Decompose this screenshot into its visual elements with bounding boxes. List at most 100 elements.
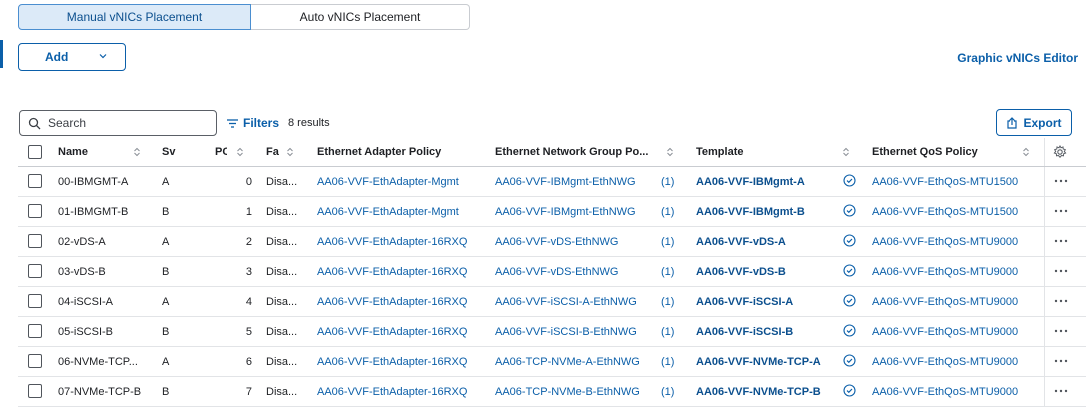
add-button-label: Add (45, 50, 69, 64)
more-horizontal-icon[interactable] (1052, 355, 1070, 367)
network-group-count[interactable]: (1) (661, 257, 681, 286)
table-row[interactable]: 01-IBMGMT-B B 1 Disa... AA06-VVF-EthAdap… (18, 197, 1086, 227)
network-group-link[interactable]: AA06-TCP-NVMe-A-EthNWG (495, 347, 655, 376)
table-row[interactable]: 04-iSCSI-A A 4 Disa... AA06-VVF-EthAdapt… (18, 287, 1086, 317)
qos-policy-link[interactable]: AA06-VVF-EthQoS-MTU9000 (872, 287, 1040, 316)
more-horizontal-icon[interactable] (1052, 295, 1070, 307)
column-header-name[interactable]: Name (58, 138, 138, 166)
qos-policy-link[interactable]: AA06-VVF-EthQoS-MTU1500 (872, 167, 1040, 196)
adapter-policy-link[interactable]: AA06-VVF-EthAdapter-16RXQ (317, 227, 489, 256)
network-group-count[interactable]: (1) (661, 167, 681, 196)
template-link[interactable]: AA06-VVF-NVMe-TCP-B (696, 377, 844, 406)
template-link[interactable]: AA06-VVF-IBMgmt-A (696, 167, 844, 196)
filters-button[interactable]: Filters (227, 116, 279, 130)
column-header-failover[interactable]: Fa (266, 138, 280, 166)
search-box[interactable] (19, 110, 217, 136)
more-horizontal-icon[interactable] (1052, 385, 1070, 397)
network-group-count[interactable]: (1) (661, 317, 681, 346)
adapter-policy-link[interactable]: AA06-VVF-EthAdapter-Mgmt (317, 197, 489, 226)
sort-icon[interactable] (134, 147, 140, 157)
network-group-link[interactable]: AA06-VVF-vDS-EthNWG (495, 257, 655, 286)
column-divider (1044, 317, 1045, 346)
template-link[interactable]: AA06-VVF-vDS-A (696, 227, 844, 256)
table-row[interactable]: 05-iSCSI-B B 5 Disa... AA06-VVF-EthAdapt… (18, 317, 1086, 347)
failover-status: Disa... (266, 355, 298, 368)
row-checkbox[interactable] (28, 324, 42, 338)
sort-icon[interactable] (667, 147, 673, 157)
column-header-adapter-policy[interactable]: Ethernet Adapter Policy (317, 138, 487, 166)
qos-policy-link[interactable]: AA06-VVF-EthQoS-MTU9000 (872, 347, 1040, 376)
more-horizontal-icon[interactable] (1052, 235, 1070, 247)
column-divider (1044, 257, 1045, 286)
table-row[interactable]: 03-vDS-B B 3 Disa... AA06-VVF-EthAdapter… (18, 257, 1086, 287)
network-group-count[interactable]: (1) (661, 377, 681, 406)
failover-status: Disa... (266, 175, 298, 188)
more-horizontal-icon[interactable] (1052, 325, 1070, 337)
row-checkbox[interactable] (28, 354, 42, 368)
tab-auto-vnics-placement[interactable]: Auto vNICs Placement (251, 4, 470, 30)
qos-policy-link[interactable]: AA06-VVF-EthQoS-MTU9000 (872, 377, 1040, 406)
template-link[interactable]: AA06-VVF-NVMe-TCP-A (696, 347, 844, 376)
more-horizontal-icon[interactable] (1052, 265, 1070, 277)
sort-icon[interactable] (287, 147, 293, 157)
column-header-switch[interactable]: Sv (162, 138, 176, 166)
search-icon (28, 117, 41, 130)
column-header-template[interactable]: Template (696, 138, 836, 166)
template-link[interactable]: AA06-VVF-IBMgmt-B (696, 197, 844, 226)
switch-id: B (162, 385, 170, 398)
table-row[interactable]: 02-vDS-A A 2 Disa... AA06-VVF-EthAdapter… (18, 227, 1086, 257)
tab-manual-vnics-placement[interactable]: Manual vNICs Placement (18, 4, 251, 30)
pci-order: 5 (245, 325, 252, 338)
sort-icon[interactable] (1023, 147, 1029, 157)
switch-id: B (162, 205, 170, 218)
qos-policy-link[interactable]: AA06-VVF-EthQoS-MTU1500 (872, 197, 1040, 226)
network-group-link[interactable]: AA06-VVF-vDS-EthNWG (495, 227, 655, 256)
adapter-policy-link[interactable]: AA06-VVF-EthAdapter-16RXQ (317, 377, 489, 406)
adapter-policy-link[interactable]: AA06-VVF-EthAdapter-16RXQ (317, 317, 489, 346)
add-button[interactable]: Add (18, 43, 126, 71)
network-group-count[interactable]: (1) (661, 197, 681, 226)
network-group-link[interactable]: AA06-VVF-iSCSI-B-EthNWG (495, 317, 655, 346)
switch-id: B (162, 265, 170, 278)
more-horizontal-icon[interactable] (1052, 205, 1070, 217)
search-input[interactable] (46, 115, 210, 131)
column-header-pci[interactable]: PC (215, 138, 227, 166)
table-header-row: Name Sv PC Fa Ethernet Adapter Policy Et… (18, 138, 1086, 167)
row-checkbox[interactable] (28, 294, 42, 308)
table-row[interactable]: 06-NVMe-TCP... A 6 Disa... AA06-VVF-EthA… (18, 347, 1086, 377)
select-all-checkbox[interactable] (28, 145, 42, 159)
row-checkbox[interactable] (28, 234, 42, 248)
qos-policy-link[interactable]: AA06-VVF-EthQoS-MTU9000 (872, 317, 1040, 346)
row-checkbox[interactable] (28, 384, 42, 398)
adapter-policy-link[interactable]: AA06-VVF-EthAdapter-16RXQ (317, 347, 489, 376)
row-checkbox[interactable] (28, 264, 42, 278)
network-group-link[interactable]: AA06-VVF-iSCSI-A-EthNWG (495, 287, 655, 316)
switch-id: A (162, 175, 170, 188)
table-row[interactable]: 00-IBMGMT-A A 0 Disa... AA06-VVF-EthAdap… (18, 167, 1086, 197)
gear-icon[interactable] (1053, 145, 1067, 159)
row-checkbox[interactable] (28, 204, 42, 218)
network-group-count[interactable]: (1) (661, 287, 681, 316)
network-group-count[interactable]: (1) (661, 347, 681, 376)
network-group-link[interactable]: AA06-VVF-IBMgmt-EthNWG (495, 197, 655, 226)
row-checkbox[interactable] (28, 174, 42, 188)
adapter-policy-link[interactable]: AA06-VVF-EthAdapter-16RXQ (317, 257, 489, 286)
template-link[interactable]: AA06-VVF-iSCSI-B (696, 317, 844, 346)
table-row[interactable]: 07-NVMe-TCP-B B 7 Disa... AA06-VVF-EthAd… (18, 377, 1086, 407)
template-link[interactable]: AA06-VVF-iSCSI-A (696, 287, 844, 316)
adapter-policy-link[interactable]: AA06-VVF-EthAdapter-Mgmt (317, 167, 489, 196)
graphic-vnics-editor-link[interactable]: Graphic vNICs Editor (957, 51, 1078, 65)
adapter-policy-link[interactable]: AA06-VVF-EthAdapter-16RXQ (317, 287, 489, 316)
network-group-link[interactable]: AA06-VVF-IBMgmt-EthNWG (495, 167, 655, 196)
column-header-qos-policy[interactable]: Ethernet QoS Policy (872, 138, 1022, 166)
column-header-network-group[interactable]: Ethernet Network Group Po... (495, 138, 665, 166)
qos-policy-link[interactable]: AA06-VVF-EthQoS-MTU9000 (872, 257, 1040, 286)
qos-policy-link[interactable]: AA06-VVF-EthQoS-MTU9000 (872, 227, 1040, 256)
export-button[interactable]: Export (996, 109, 1072, 136)
network-group-link[interactable]: AA06-TCP-NVMe-B-EthNWG (495, 377, 655, 406)
template-link[interactable]: AA06-VVF-vDS-B (696, 257, 844, 286)
sort-icon[interactable] (843, 147, 849, 157)
network-group-count[interactable]: (1) (661, 227, 681, 256)
more-horizontal-icon[interactable] (1052, 175, 1070, 187)
sort-icon[interactable] (237, 147, 243, 157)
